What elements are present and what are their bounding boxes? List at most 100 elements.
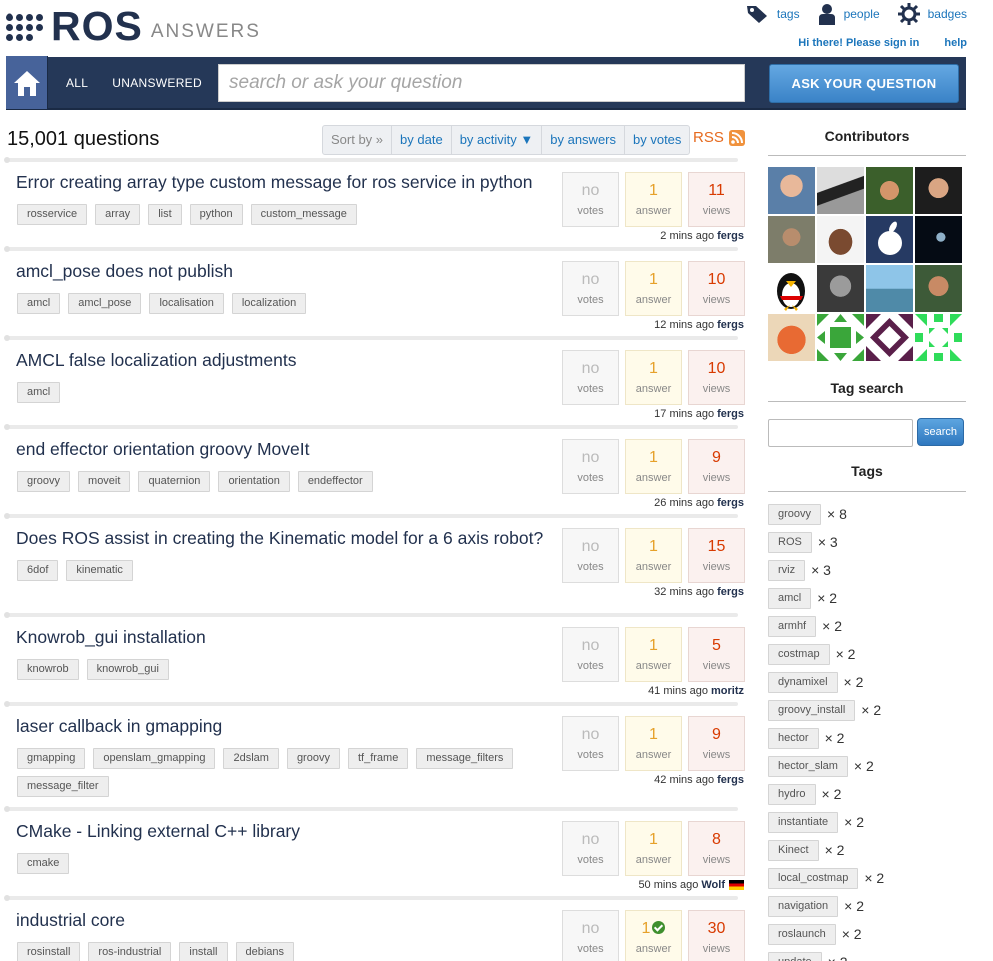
sidebar-tag-chip[interactable]: navigation (768, 895, 839, 917)
contributor-avatar[interactable] (866, 314, 913, 361)
tag-chip[interactable]: openslam_gmapping (93, 748, 216, 769)
question-title-link[interactable]: industrial core (16, 909, 556, 931)
sidebar-tag-chip[interactable]: hector (768, 727, 819, 749)
tag-search-input[interactable] (768, 419, 913, 447)
contributor-avatar[interactable] (866, 167, 913, 214)
sidebar-tag-chip[interactable]: dynamixel (768, 671, 838, 693)
question-title-link[interactable]: laser callback in gmapping (16, 715, 556, 737)
nav-people-link[interactable]: people (818, 3, 880, 25)
tag-chip[interactable]: ros-industrial (88, 942, 172, 961)
tag-chip[interactable]: 6dof (17, 560, 59, 581)
tag-chip[interactable]: knowrob (17, 659, 79, 680)
contributor-avatar[interactable] (768, 167, 815, 214)
sidebar-tag-chip[interactable]: update (768, 951, 822, 961)
question-user-link[interactable]: fergs (717, 319, 744, 331)
tag-chip[interactable]: tf_frame (347, 748, 409, 769)
sidebar-tag-chip[interactable]: instantiate (768, 811, 839, 833)
question-user-link[interactable]: fergs (717, 586, 744, 598)
sidebar-tag-chip[interactable]: groovy_install (768, 699, 856, 721)
tag-chip[interactable]: amcl_pose (68, 293, 142, 314)
sidebar-tag-chip[interactable]: costmap (768, 643, 830, 665)
contributor-avatar[interactable] (915, 216, 962, 263)
tag-chip[interactable]: endeffector (297, 471, 373, 492)
contributor-avatar[interactable] (915, 167, 962, 214)
search-input[interactable] (218, 64, 745, 102)
sidebar-tag-chip[interactable]: armhf (768, 615, 817, 637)
tag-chip[interactable]: python (189, 204, 243, 225)
tag-chip[interactable]: list (148, 204, 182, 225)
sort-by-date[interactable]: by date (392, 126, 452, 154)
tag-chip[interactable]: localization (231, 293, 307, 314)
home-button[interactable] (6, 56, 48, 109)
tag-chip[interactable]: groovy (17, 471, 71, 492)
sidebar-tag-chip[interactable]: groovy (768, 503, 822, 525)
tag-chip[interactable]: amcl (17, 293, 61, 314)
tag-chip[interactable]: install (179, 942, 228, 961)
tag-search-button[interactable]: search (917, 418, 964, 446)
question-user-link[interactable]: Wolf (701, 879, 725, 891)
sidebar-tag-chip[interactable]: rviz (768, 559, 806, 581)
tag-chip[interactable]: moveit (78, 471, 131, 492)
tag-chip[interactable]: rosinstall (17, 942, 81, 961)
tag-chip[interactable]: custom_message (250, 204, 357, 225)
question-title-link[interactable]: Knowrob_gui installation (16, 626, 556, 648)
tag-chip[interactable]: debians (235, 942, 295, 961)
tag-chip[interactable]: orientation (218, 471, 290, 492)
tag-chip[interactable]: message_filters (416, 748, 514, 769)
ros-answers-logo[interactable]: ? ROS ANSWERS (6, 6, 261, 47)
contributor-avatar[interactable] (768, 314, 815, 361)
sign-in-link[interactable]: Hi there! Please sign in (798, 37, 919, 49)
tag-chip[interactable]: gmapping (17, 748, 86, 769)
question-title-link[interactable]: AMCL false localization adjustments (16, 349, 556, 371)
question-user-link[interactable]: fergs (717, 408, 744, 420)
question-user-link[interactable]: fergs (717, 774, 744, 786)
scope-unanswered-tab[interactable]: UNANSWERED (112, 76, 202, 90)
question-title-link[interactable]: amcl_pose does not publish (16, 260, 556, 282)
sidebar-tag-chip[interactable]: roslaunch (768, 923, 836, 945)
sidebar-tag-chip[interactable]: amcl (768, 587, 812, 609)
contributor-avatar[interactable] (817, 167, 864, 214)
tag-chip[interactable]: cmake (17, 853, 70, 874)
tag-chip[interactable]: localisation (149, 293, 224, 314)
tag-chip[interactable]: array (95, 204, 141, 225)
question-user-link[interactable]: fergs (717, 497, 744, 509)
tag-chip[interactable]: message_filter (17, 776, 109, 797)
tag-chip[interactable]: amcl (17, 382, 61, 403)
contributor-avatar[interactable] (768, 265, 815, 312)
question-title-link[interactable]: end effector orientation groovy MoveIt (16, 438, 556, 460)
rss-link[interactable]: RSS (693, 129, 745, 146)
sidebar-tag-chip[interactable]: local_costmap (768, 867, 859, 889)
tag-chip[interactable]: kinematic (66, 560, 133, 581)
nav-tags-link[interactable]: tags (745, 4, 800, 24)
tag-chip[interactable]: 2dslam (223, 748, 279, 769)
contributor-avatar[interactable] (817, 216, 864, 263)
scope-all-tab[interactable]: ALL (66, 76, 88, 90)
question-user-link[interactable]: fergs (717, 230, 744, 242)
contributor-avatar[interactable] (866, 265, 913, 312)
tag-chip[interactable]: quaternion (138, 471, 211, 492)
tag-chip[interactable]: knowrob_gui (86, 659, 169, 680)
sort-by-activity[interactable]: by activity ▼ (452, 126, 543, 154)
nav-badges-link[interactable]: badges (897, 3, 967, 25)
contributor-avatar[interactable] (915, 314, 962, 361)
question-title-link[interactable]: Error creating array type custom message… (16, 171, 556, 193)
help-link[interactable]: help (944, 37, 967, 49)
question-user-link[interactable]: moritz (711, 685, 744, 697)
question-title-link[interactable]: CMake - Linking external C++ library (16, 820, 556, 842)
answers-number: 1 (649, 449, 658, 466)
sidebar-tag-chip[interactable]: Kinect (768, 839, 819, 861)
sort-by-votes[interactable]: by votes (625, 126, 689, 154)
contributor-avatar[interactable] (817, 314, 864, 361)
sidebar-tag-chip[interactable]: hector_slam (768, 755, 848, 777)
tag-chip[interactable]: rosservice (17, 204, 88, 225)
tag-chip[interactable]: groovy (286, 748, 340, 769)
contributor-avatar[interactable] (817, 265, 864, 312)
contributor-avatar[interactable] (866, 216, 913, 263)
contributor-avatar[interactable] (768, 216, 815, 263)
contributor-avatar[interactable] (915, 265, 962, 312)
sort-by-answers[interactable]: by answers (542, 126, 625, 154)
ask-question-button[interactable]: ASK YOUR QUESTION (769, 64, 959, 103)
sidebar-tag-chip[interactable]: hydro (768, 783, 816, 805)
sidebar-tag-chip[interactable]: ROS (768, 531, 812, 553)
question-title-link[interactable]: Does ROS assist in creating the Kinemati… (16, 527, 556, 549)
